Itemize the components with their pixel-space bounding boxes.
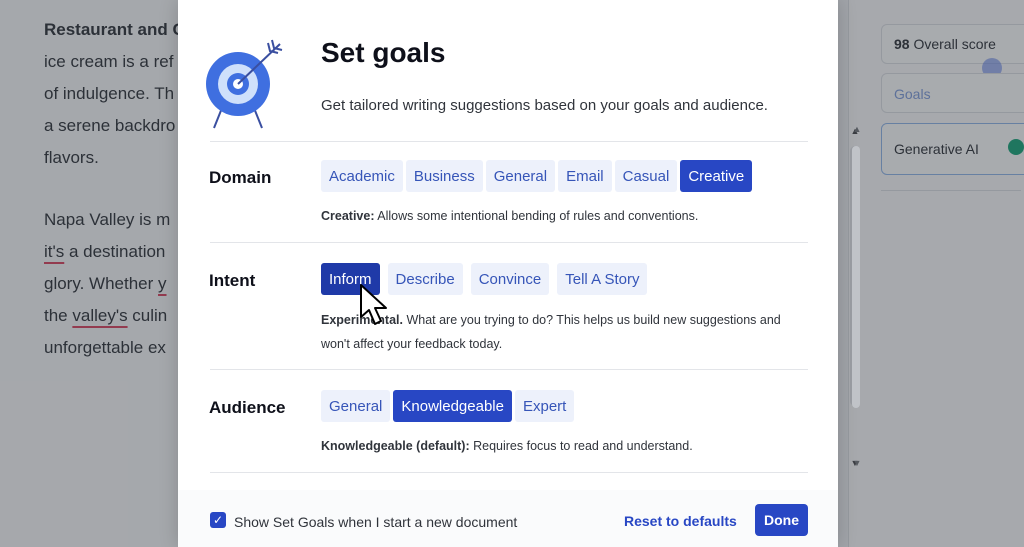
intent-option-convince[interactable]: Convince <box>470 263 550 295</box>
show-set-goals-checkbox[interactable]: ✓ <box>210 512 226 528</box>
reset-to-defaults-button[interactable]: Reset to defaults <box>624 513 737 529</box>
domain-option-general[interactable]: General <box>485 160 556 192</box>
domain-description: Creative: Allows some intentional bendin… <box>321 204 801 228</box>
intent-label: Intent <box>209 271 256 290</box>
audience-option-general[interactable]: General <box>321 390 391 422</box>
domain-option-business[interactable]: Business <box>405 160 483 192</box>
checkmark-icon: ✓ <box>212 513 224 527</box>
dialog-scrollbar-thumb[interactable] <box>852 146 860 408</box>
set-goals-dialog: Set goals Get tailored writing suggestio… <box>178 0 861 547</box>
intent-description: Experimental. What are you trying to do?… <box>321 308 801 356</box>
domain-option-email[interactable]: Email <box>558 160 612 192</box>
domain-option-creative[interactable]: Creative <box>680 160 753 192</box>
audience-option-expert[interactable]: Expert <box>514 390 575 422</box>
section-divider <box>210 141 808 142</box>
show-set-goals-label[interactable]: Show Set Goals when I start a new docume… <box>234 514 517 530</box>
dialog-title: Set goals <box>321 37 446 68</box>
dialog-footer: ✓ Show Set Goals when I start a new docu… <box>178 490 838 547</box>
domain-label: Domain <box>209 168 272 187</box>
domain-options: Academic Business General Email Casual C… <box>321 160 753 192</box>
audience-description: Knowledgeable (default): Requires focus … <box>321 434 801 458</box>
audience-label: Audience <box>209 398 286 417</box>
domain-option-casual[interactable]: Casual <box>614 160 678 192</box>
done-button[interactable]: Done <box>755 504 808 536</box>
section-divider <box>210 472 808 473</box>
checkbox-label-text: Set Goals <box>272 514 335 530</box>
dialog-subtitle: Get tailored writing suggestions based o… <box>321 97 768 114</box>
section-divider <box>210 242 808 243</box>
audience-options: General Knowledgeable Expert <box>321 390 575 422</box>
audience-description-title: Knowledgeable (default): <box>321 439 470 453</box>
section-divider <box>210 369 808 370</box>
checkbox-label-text: when I start a new document <box>334 514 518 530</box>
dialog-scroll-down-icon[interactable]: ▼ <box>850 458 864 470</box>
checkbox-label-text: Show <box>234 514 273 530</box>
dialog-scroll-up-icon[interactable]: ▲ <box>850 124 864 136</box>
mouse-pointer-icon <box>360 284 387 325</box>
domain-description-text: Allows some intentional bending of rules… <box>374 209 699 223</box>
audience-option-knowledgeable[interactable]: Knowledgeable <box>393 390 512 422</box>
intent-option-describe[interactable]: Describe <box>387 263 463 295</box>
domain-option-academic[interactable]: Academic <box>321 160 403 192</box>
domain-description-title: Creative: <box>321 209 375 223</box>
audience-description-text: Requires focus to read and understand. <box>469 439 693 453</box>
intent-option-tell-a-story[interactable]: Tell A Story <box>557 263 648 295</box>
target-illustration-icon <box>206 39 283 129</box>
